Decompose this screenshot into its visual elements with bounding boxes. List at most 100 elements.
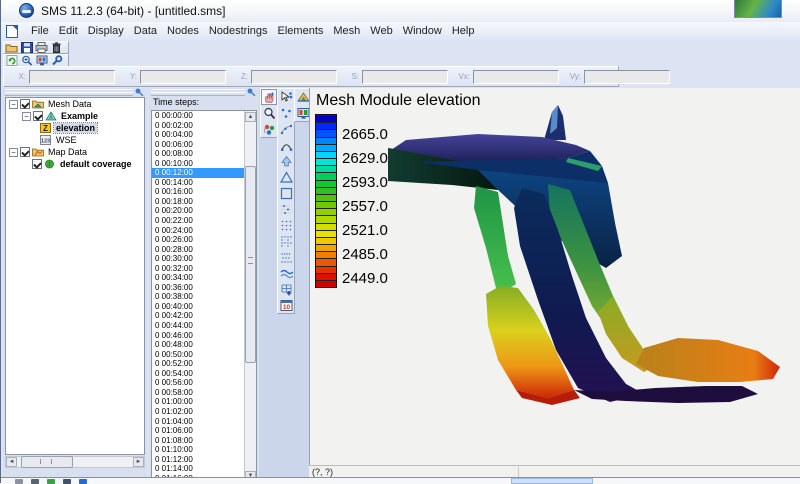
time-step-row[interactable]: 0 00:28:00 — [152, 245, 244, 255]
scroll-left-button[interactable]: ◄ — [6, 457, 17, 467]
zoom-tool-button[interactable] — [261, 105, 277, 121]
mesh-grid-tool-button[interactable] — [278, 281, 294, 297]
menu-item[interactable]: Elements — [273, 23, 329, 39]
scrollbar-thumb[interactable] — [21, 456, 73, 468]
menu-item[interactable]: Window — [398, 23, 447, 39]
time-step-row[interactable]: 0 00:36:00 — [152, 283, 244, 293]
time-step-row[interactable]: 0 00:02:00 — [152, 121, 244, 131]
time-step-row[interactable]: 0 00:44:00 — [152, 321, 244, 331]
select-element-tool-button[interactable] — [278, 105, 294, 121]
tree-item-label[interactable]: elevation — [54, 123, 97, 133]
time-step-row[interactable]: 0 00:34:00 — [152, 273, 244, 283]
coordinate-field-input[interactable] — [362, 70, 448, 84]
create-triangle-element-tool-button[interactable] — [278, 169, 294, 185]
create-quad-element-tool-button[interactable] — [278, 185, 294, 201]
tree-item-wse[interactable]: 123 WSE — [6, 134, 144, 146]
scroll-right-button[interactable]: ► — [133, 457, 144, 467]
time-step-row[interactable]: 0 00:22:00 — [152, 216, 244, 226]
visibility-checkbox[interactable] — [32, 159, 42, 169]
scatter-vertices-tool-button[interactable] — [278, 201, 294, 217]
visibility-checkbox[interactable] — [20, 99, 30, 109]
display-options-macro-button[interactable] — [34, 55, 49, 66]
time-step-row[interactable]: 0 01:02:00 — [152, 407, 244, 417]
tree-item-mesh-data[interactable]: − Mesh Data — [6, 98, 144, 110]
time-step-row[interactable]: 0 00:52:00 — [152, 359, 244, 369]
time-step-row[interactable]: 0 00:12:00 — [152, 168, 244, 178]
coordinate-field-input[interactable] — [473, 70, 559, 84]
time-step-row[interactable]: 0 00:58:00 — [152, 388, 244, 398]
time-step-row[interactable]: 0 00:16:00 — [152, 187, 244, 197]
tools-button[interactable] — [49, 55, 64, 66]
merge-split-tool-button[interactable] — [278, 153, 294, 169]
time-panel-header[interactable] — [149, 88, 259, 96]
time-step-row[interactable]: 0 00:32:00 — [152, 264, 244, 274]
select-mesh-node-tool-button[interactable] — [278, 89, 294, 105]
time-step-tool-button[interactable]: 10 — [278, 297, 294, 313]
visibility-checkbox[interactable] — [33, 111, 43, 121]
coordinate-field-input[interactable] — [584, 70, 670, 84]
time-step-row[interactable]: 0 00:46:00 — [152, 331, 244, 341]
coordinate-field-input[interactable] — [29, 70, 115, 84]
graphics-viewport[interactable]: Mesh Module elevation 2665.02629.02593.0… — [309, 88, 800, 465]
time-step-row[interactable]: 0 00:00:00 — [152, 111, 244, 121]
pin-icon[interactable] — [247, 88, 256, 96]
time-step-row[interactable]: 0 01:04:00 — [152, 417, 244, 427]
tree-horizontal-scrollbar[interactable]: ◄ ► — [5, 456, 145, 468]
time-step-row[interactable]: 0 00:40:00 — [152, 302, 244, 312]
time-step-row[interactable]: 0 01:08:00 — [152, 436, 244, 446]
tree-item-map-data[interactable]: − Map Data — [6, 146, 144, 158]
tree-item-label[interactable]: WSE — [54, 135, 79, 145]
coordinate-field-input[interactable] — [251, 70, 337, 84]
open-button[interactable] — [4, 42, 19, 53]
menu-item[interactable]: File — [26, 23, 54, 39]
menu-item[interactable]: Web — [365, 23, 397, 39]
menu-item[interactable]: Display — [83, 23, 129, 39]
time-step-row[interactable]: 0 00:08:00 — [152, 149, 244, 159]
time-step-row[interactable]: 0 01:14:00 — [152, 464, 244, 474]
title-bar[interactable]: SMS 11.2.3 (64-bit) - [untitled.sms] — [1, 0, 800, 23]
time-step-row[interactable]: 0 01:00:00 — [152, 397, 244, 407]
save-button[interactable] — [19, 42, 34, 53]
time-step-row[interactable]: 0 00:26:00 — [152, 235, 244, 245]
refine-pattern-3-tool-button[interactable] — [278, 249, 294, 265]
scrollbar-thumb[interactable] — [245, 166, 256, 363]
time-steps-scrollbar[interactable]: ▲ ▼ — [244, 111, 256, 482]
time-step-row[interactable]: 0 00:06:00 — [152, 140, 244, 150]
menu-item[interactable]: Nodestrings — [204, 23, 273, 39]
contours-tool-button[interactable] — [278, 265, 294, 281]
print-button[interactable] — [34, 42, 49, 53]
time-step-row[interactable]: 0 00:18:00 — [152, 197, 244, 207]
time-step-row[interactable]: 0 01:12:00 — [152, 455, 244, 465]
delete-button[interactable] — [49, 42, 64, 53]
menu-item[interactable]: Data — [129, 23, 162, 39]
tree-item-label[interactable]: default coverage — [58, 159, 134, 169]
menu-item[interactable]: Mesh — [328, 23, 365, 39]
zoom-in-button[interactable] — [19, 55, 34, 66]
time-step-row[interactable]: 0 00:38:00 — [152, 292, 244, 302]
collapse-icon[interactable]: − — [9, 148, 18, 157]
time-step-row[interactable]: 0 00:54:00 — [152, 369, 244, 379]
time-step-row[interactable]: 0 01:10:00 — [152, 445, 244, 455]
time-step-row[interactable]: 0 00:04:00 — [152, 130, 244, 140]
time-step-row[interactable]: 0 00:10:00 — [152, 159, 244, 169]
tree-item-label[interactable]: Map Data — [46, 147, 89, 157]
menu-item[interactable]: Help — [447, 23, 480, 39]
tree-item-elevation[interactable]: Z elevation — [6, 122, 144, 134]
time-step-row[interactable]: 0 01:06:00 — [152, 426, 244, 436]
active-task-button[interactable] — [511, 478, 593, 484]
refine-pattern-1-tool-button[interactable] — [278, 217, 294, 233]
tree-panel-header[interactable] — [3, 88, 147, 96]
tree-item-label[interactable]: Example — [59, 111, 100, 121]
scroll-up-button[interactable]: ▲ — [245, 112, 256, 122]
tree-item-default-coverage[interactable]: default coverage — [6, 158, 144, 170]
document-icon[interactable] — [6, 25, 18, 38]
time-step-row[interactable]: 0 00:20:00 — [152, 206, 244, 216]
time-step-row[interactable]: 0 00:48:00 — [152, 340, 244, 350]
collapse-icon[interactable]: − — [9, 100, 18, 109]
menu-item[interactable]: Edit — [54, 23, 83, 39]
refine-pattern-2-tool-button[interactable] — [278, 233, 294, 249]
time-step-row[interactable]: 0 00:14:00 — [152, 178, 244, 188]
time-step-row[interactable]: 0 00:50:00 — [152, 350, 244, 360]
select-nodestring-tool-button[interactable] — [278, 121, 294, 137]
refresh-button[interactable] — [4, 55, 19, 66]
